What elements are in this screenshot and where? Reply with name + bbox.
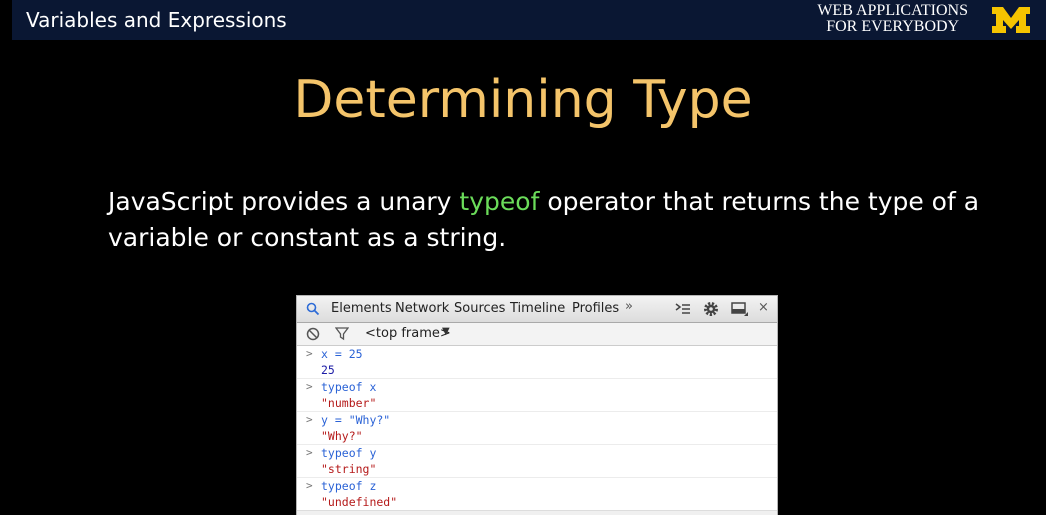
- console-prompt-area[interactable]: [297, 510, 777, 515]
- clear-console-icon[interactable]: [306, 327, 320, 341]
- console-value: 25: [321, 363, 335, 377]
- body-text-start: JavaScript provides a unary: [108, 187, 460, 216]
- search-icon[interactable]: [306, 302, 320, 316]
- close-icon[interactable]: ×: [758, 300, 769, 315]
- console-result-line: 25: [297, 362, 777, 378]
- brand-text: WEB APPLICATIONS FOR EVERYBODY: [817, 3, 968, 35]
- console-command: typeof x: [321, 380, 377, 394]
- prompt-chevron-icon: >: [306, 413, 313, 426]
- gear-icon[interactable]: [703, 301, 719, 317]
- console-value: "undefined": [321, 495, 398, 509]
- more-tabs-icon[interactable]: »: [625, 299, 633, 314]
- slide-body-text: JavaScript provides a unary typeof opera…: [108, 184, 1008, 256]
- tab-network[interactable]: Network: [395, 301, 449, 316]
- console-input-line: > y = "Why?": [297, 411, 777, 428]
- console-result-line: "undefined": [297, 494, 777, 510]
- console-result-line: "Why?": [297, 428, 777, 444]
- prompt-chevron-icon: >: [306, 479, 313, 492]
- block-m-logo: [992, 7, 1030, 33]
- console-command: typeof z: [321, 479, 377, 493]
- console-value: "string": [321, 462, 377, 476]
- console-result-line: "string": [297, 461, 777, 477]
- console-command: y = "Why?": [321, 413, 391, 427]
- slide-header: Variables and Expressions WEB APPLICATIO…: [12, 0, 1046, 40]
- prompt-chevron-icon: >: [306, 380, 313, 393]
- tab-elements[interactable]: Elements: [331, 301, 392, 316]
- prompt-chevron-icon: >: [306, 347, 313, 360]
- typeof-keyword: typeof: [459, 187, 540, 216]
- console-input-line: > x = 25: [297, 346, 777, 362]
- devtools-panel: Elements Network Sources Timeline Profil…: [296, 295, 778, 515]
- tab-profiles[interactable]: Profiles: [572, 301, 619, 316]
- dock-side-icon[interactable]: [731, 302, 749, 317]
- console-drawer-icon[interactable]: [675, 303, 691, 315]
- console-value: "Why?": [321, 429, 363, 443]
- prompt-chevron-icon: >: [306, 446, 313, 459]
- filter-icon[interactable]: [335, 327, 349, 341]
- console-output: > x = 25 25 > typeof x "number" > y = "Why?" "Wh…: [297, 346, 777, 510]
- console-result-line: "number": [297, 395, 777, 411]
- brand-line-1: WEB APPLICATIONS: [817, 2, 968, 19]
- console-input-line: > typeof z: [297, 477, 777, 494]
- frame-selector[interactable]: <top frame>: [365, 326, 451, 341]
- console-input-line: > typeof y: [297, 444, 777, 461]
- tab-sources[interactable]: Sources: [454, 301, 505, 316]
- console-value: "number": [321, 396, 377, 410]
- console-input-line: > typeof x: [297, 378, 777, 395]
- brand-line-2: FOR EVERYBODY: [826, 18, 960, 35]
- console-toolbar: <top frame> ▼: [297, 323, 777, 346]
- header-title: Variables and Expressions: [26, 8, 287, 32]
- tab-timeline[interactable]: Timeline: [510, 301, 565, 316]
- console-command: typeof y: [321, 446, 377, 460]
- slide-title: Determining Type: [293, 70, 753, 130]
- devtools-tab-bar: Elements Network Sources Timeline Profil…: [297, 296, 777, 323]
- chevron-down-icon[interactable]: ▼: [442, 326, 450, 337]
- console-command: x = 25: [321, 347, 363, 361]
